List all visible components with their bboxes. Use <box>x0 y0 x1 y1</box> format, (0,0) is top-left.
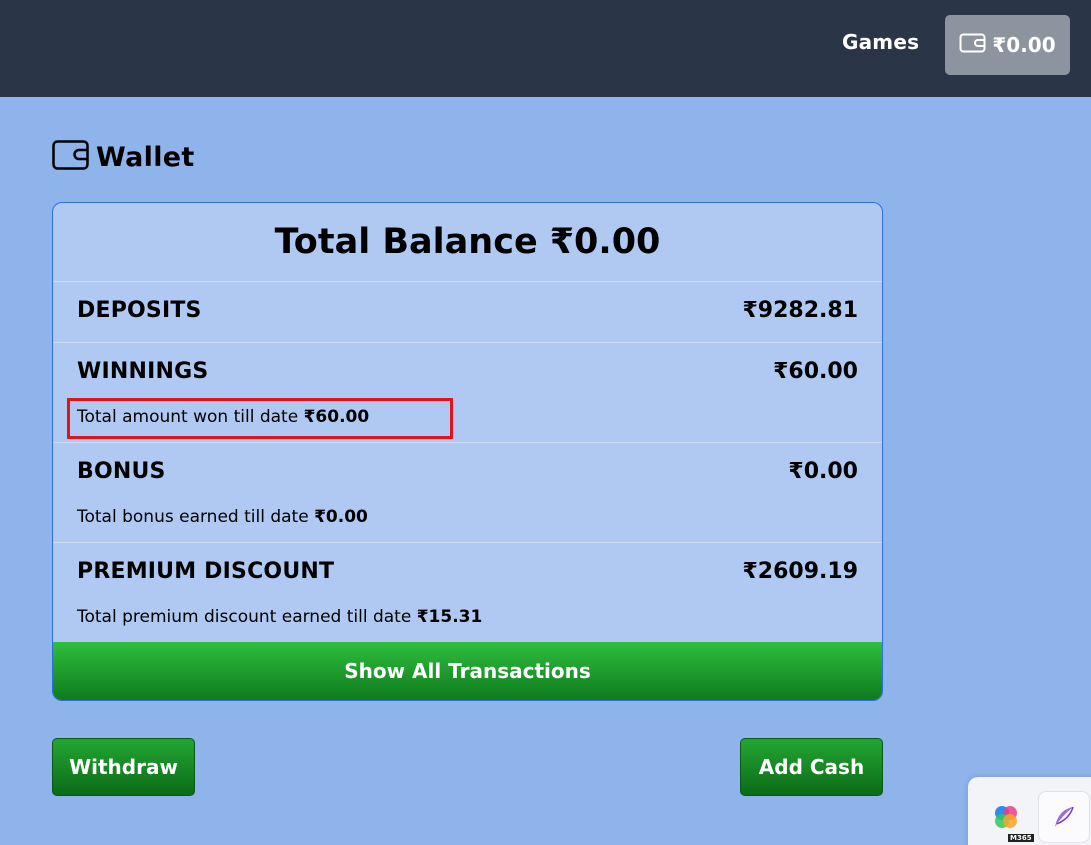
premium-discount-section: PREMIUM DISCOUNT ₹2609.19 Total premium … <box>53 543 882 643</box>
premium-discount-title: PREMIUM DISCOUNT <box>77 559 335 584</box>
show-all-transactions-button[interactable]: Show All Transactions <box>53 642 882 700</box>
total-balance-row: Total Balance ₹0.00 <box>53 203 882 282</box>
highlight-annotation-box <box>67 398 453 439</box>
top-navbar: Games ₹0.00 <box>0 0 1091 97</box>
winnings-title: WINNINGS <box>77 359 209 384</box>
premium-discount-amount: ₹2609.19 <box>742 559 858 584</box>
bonus-amount: ₹0.00 <box>788 459 858 484</box>
wallet-icon <box>959 32 986 59</box>
header-wallet-balance: ₹0.00 <box>992 33 1056 57</box>
total-balance-value: ₹0.00 <box>549 222 661 262</box>
header-wallet-button[interactable]: ₹0.00 <box>945 15 1070 75</box>
deposits-title: DEPOSITS <box>77 298 202 323</box>
winnings-amount: ₹60.00 <box>773 359 858 384</box>
bonus-title: BONUS <box>77 459 166 484</box>
deposits-section: DEPOSITS ₹9282.81 <box>53 282 882 343</box>
page-title: Wallet <box>96 141 195 173</box>
deposits-amount: ₹9282.81 <box>742 298 858 323</box>
winnings-section: WINNINGS ₹60.00 Total amount won till da… <box>53 343 882 443</box>
wallet-icon <box>52 140 90 174</box>
wallet-card: Total Balance ₹0.00 DEPOSITS ₹9282.81 WI… <box>52 202 883 701</box>
page-heading: Wallet <box>52 140 195 174</box>
m365-copilot-icon[interactable]: M365 <box>980 791 1034 843</box>
premium-discount-subtext-value: ₹15.31 <box>416 607 483 627</box>
premium-discount-subtext-label: Total premium discount earned till date <box>77 607 412 627</box>
premium-discount-subtext: Total premium discount earned till date … <box>77 607 482 627</box>
withdraw-button[interactable]: Withdraw <box>52 738 195 796</box>
bonus-subtext: Total bonus earned till date ₹0.00 <box>77 507 368 527</box>
bonus-subtext-label: Total bonus earned till date <box>77 507 309 527</box>
browser-extension-panel: M365 <box>968 777 1091 845</box>
feather-pen-icon[interactable] <box>1038 791 1090 843</box>
add-cash-button[interactable]: Add Cash <box>740 738 883 796</box>
nav-games-link[interactable]: Games <box>842 30 919 54</box>
m365-badge: M365 <box>1008 834 1034 842</box>
bonus-section: BONUS ₹0.00 Total bonus earned till date… <box>53 443 882 543</box>
bonus-subtext-value: ₹0.00 <box>314 507 368 527</box>
total-balance-label: Total Balance <box>274 222 538 262</box>
